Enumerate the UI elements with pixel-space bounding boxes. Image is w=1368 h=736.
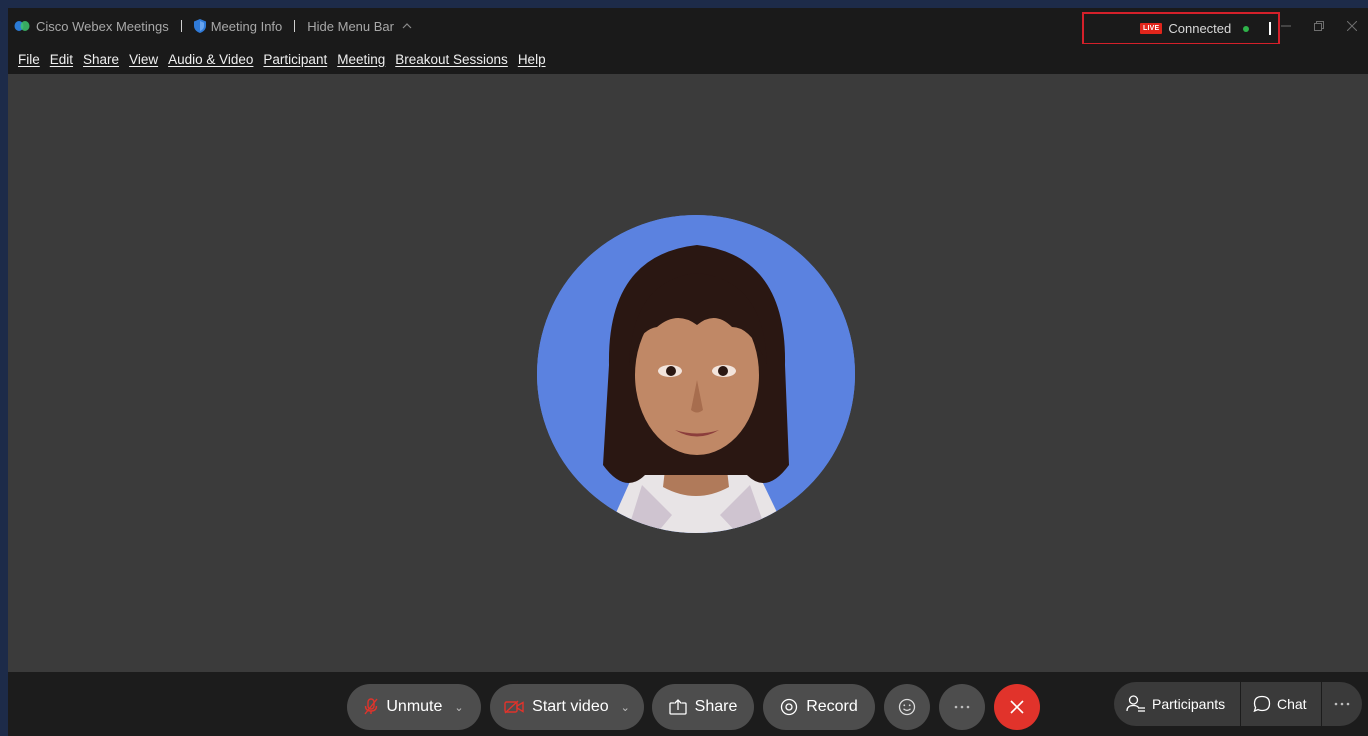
- minimize-icon: [1280, 25, 1291, 27]
- menu-file[interactable]: File: [18, 52, 40, 67]
- smiley-icon: [898, 698, 916, 716]
- record-button[interactable]: Record: [763, 684, 875, 730]
- panel-toggle-group: Participants Chat: [1114, 682, 1362, 726]
- menu-edit[interactable]: Edit: [50, 52, 73, 67]
- meeting-control-bar: Unmute ⌄ Start video ⌄ Share Record Part…: [8, 672, 1368, 736]
- participants-button[interactable]: Participants: [1114, 682, 1240, 726]
- close-icon: [1010, 700, 1024, 714]
- menu-audio-video[interactable]: Audio & Video: [168, 52, 253, 67]
- chat-label: Chat: [1277, 696, 1307, 712]
- restore-icon: [1313, 21, 1324, 31]
- restore-button[interactable]: [1302, 8, 1335, 44]
- video-off-icon: [504, 700, 524, 714]
- participant-avatar: [537, 215, 855, 533]
- chevron-down-icon[interactable]: ⌄: [621, 701, 630, 714]
- more-panels-button[interactable]: [1322, 682, 1362, 726]
- share-screen-icon: [668, 699, 687, 715]
- webex-meeting-window: Cisco Webex Meetings Meeting Info Hide M…: [8, 8, 1368, 736]
- hide-menu-bar-label: Hide Menu Bar: [307, 18, 394, 34]
- live-badge: LIVE: [1140, 23, 1163, 34]
- menu-view[interactable]: View: [129, 52, 158, 67]
- app-title: Cisco Webex Meetings: [36, 18, 169, 34]
- unmute-button[interactable]: Unmute ⌄: [347, 684, 481, 730]
- participants-label: Participants: [1152, 696, 1226, 712]
- start-video-label: Start video: [532, 698, 609, 715]
- chevron-up-icon: [402, 23, 412, 29]
- menu-participant[interactable]: Participant: [263, 52, 327, 67]
- menu-help[interactable]: Help: [518, 52, 546, 67]
- menu-breakout-sessions[interactable]: Breakout Sessions: [395, 52, 508, 67]
- connection-status-text: Connected: [1168, 21, 1232, 36]
- hide-menu-bar-button[interactable]: Hide Menu Bar: [307, 19, 412, 34]
- meeting-info-button[interactable]: Meeting Info: [193, 18, 283, 34]
- start-video-button[interactable]: Start video ⌄: [490, 684, 644, 730]
- menu-meeting[interactable]: Meeting: [337, 52, 385, 67]
- more-dots-icon: [1334, 702, 1350, 706]
- record-icon: [781, 698, 798, 716]
- share-button[interactable]: Share: [652, 684, 754, 730]
- chevron-down-icon[interactable]: ⌄: [454, 701, 463, 714]
- chat-bubble-icon: [1253, 695, 1271, 713]
- shield-icon: [193, 19, 206, 33]
- participant-photo: [537, 215, 855, 533]
- microphone-off-icon: [364, 698, 378, 715]
- title-bar-left: Cisco Webex Meetings Meeting Info Hide M…: [14, 8, 412, 44]
- reactions-button[interactable]: [884, 684, 930, 730]
- unmute-label: Unmute: [386, 698, 443, 715]
- close-window-button[interactable]: [1335, 8, 1368, 44]
- chat-button[interactable]: Chat: [1241, 682, 1321, 726]
- share-label: Share: [694, 698, 738, 715]
- minimize-button[interactable]: [1269, 8, 1302, 44]
- meeting-info-label: Meeting Info: [210, 18, 283, 34]
- record-label: Record: [806, 698, 858, 715]
- more-options-button[interactable]: [939, 684, 985, 730]
- participants-icon: [1126, 695, 1145, 712]
- connected-indicator-icon: [1243, 25, 1250, 32]
- menu-share[interactable]: Share: [83, 52, 119, 67]
- window-controls: [1269, 8, 1368, 44]
- end-meeting-button[interactable]: [994, 684, 1040, 730]
- title-separator: [180, 20, 182, 32]
- more-dots-icon: [954, 705, 970, 709]
- title-bar: Cisco Webex Meetings Meeting Info Hide M…: [8, 8, 1368, 45]
- close-icon: [1346, 21, 1357, 31]
- menu-bar: File Edit Share View Audio & Video Parti…: [8, 44, 1368, 74]
- video-stage: [8, 74, 1368, 672]
- title-separator: [294, 20, 296, 32]
- connection-status-highlight: LIVE Connected: [1082, 12, 1280, 45]
- webex-logo-icon: [14, 21, 30, 31]
